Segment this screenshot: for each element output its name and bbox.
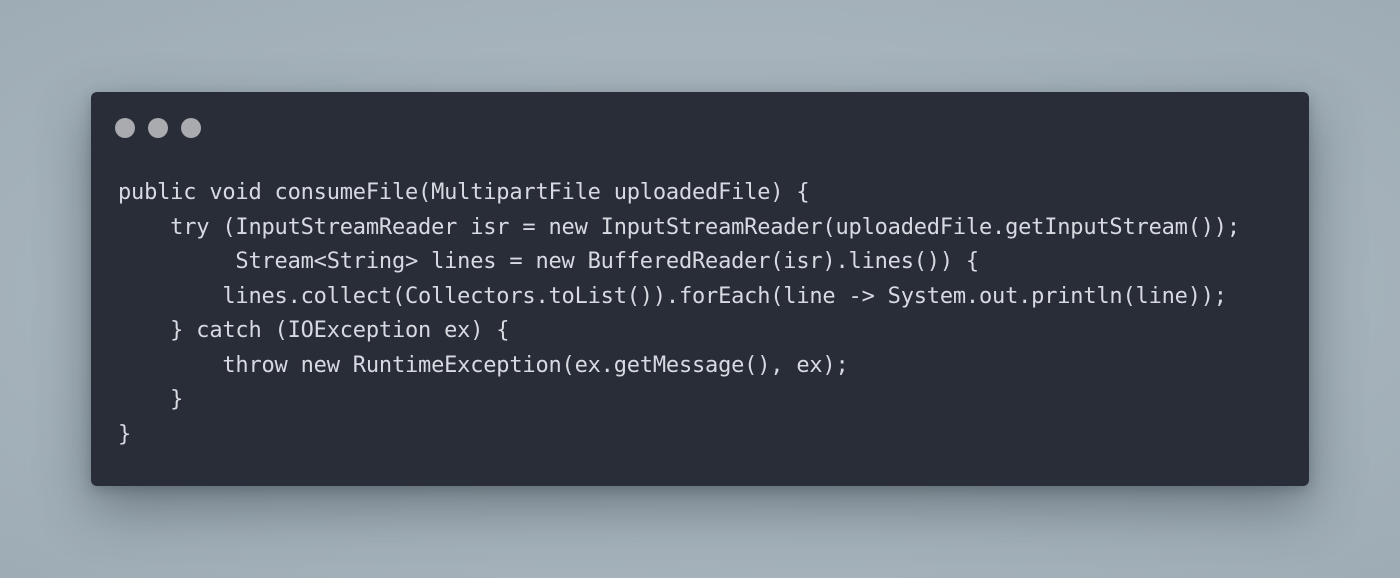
code-line: public void consumeFile(MultipartFile up… [118,180,810,205]
code-window: public void consumeFile(MultipartFile up… [91,92,1309,486]
code-block: public void consumeFile(MultipartFile up… [118,176,1240,452]
zoom-dot-icon [181,118,201,138]
close-dot-icon [115,118,135,138]
code-line: try (InputStreamReader isr = new InputSt… [118,214,1240,240]
window-titlebar [91,92,1309,162]
code-line: Stream<String> lines = new BufferedReade… [118,249,979,274]
code-line: lines.collect(Collectors.toList()).forEa… [118,283,1227,309]
code-line: } [118,421,132,447]
code-line: throw new RuntimeException(ex.getMessage… [118,352,849,378]
code-line: } catch (IOException ex) { [118,318,510,343]
code-line: } [118,387,184,412]
minimize-dot-icon [148,118,168,138]
